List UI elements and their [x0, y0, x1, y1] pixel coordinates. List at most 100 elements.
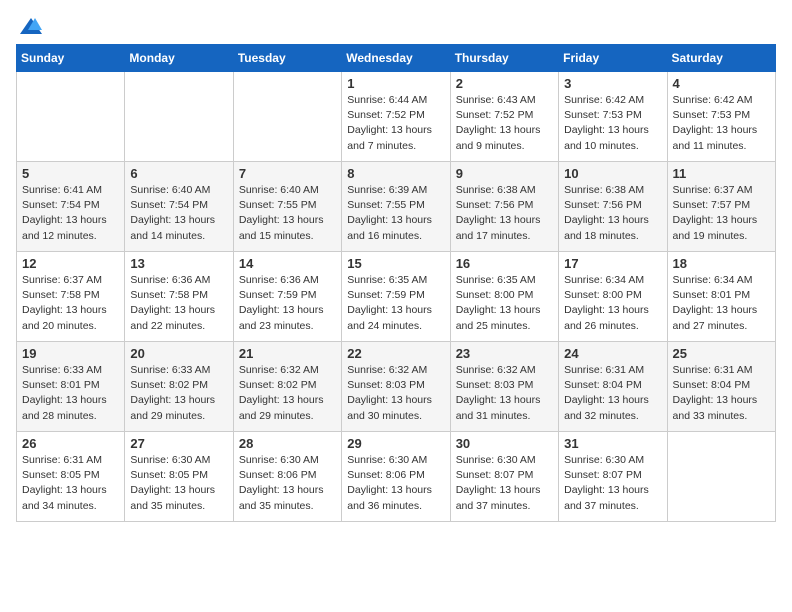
- calendar-week-row: 12 Sunrise: 6:37 AM Sunset: 7:58 PM Dayli…: [17, 252, 776, 342]
- day-number: 7: [239, 166, 336, 181]
- day-number: 13: [130, 256, 227, 271]
- day-number: 27: [130, 436, 227, 451]
- day-of-week-header: Saturday: [667, 45, 775, 72]
- calendar-cell: 31 Sunrise: 6:30 AM Sunset: 8:07 PM Dayli…: [559, 432, 667, 522]
- calendar-cell: 23 Sunrise: 6:32 AM Sunset: 8:03 PM Dayli…: [450, 342, 558, 432]
- day-number: 3: [564, 76, 661, 91]
- day-info: Sunrise: 6:40 AM Sunset: 7:54 PM Dayligh…: [130, 183, 227, 244]
- calendar-week-row: 1Sunrise: 6:44 AM Sunset: 7:52 PM Daylig…: [17, 72, 776, 162]
- day-info: Sunrise: 6:38 AM Sunset: 7:56 PM Dayligh…: [456, 183, 553, 244]
- calendar-cell: 19 Sunrise: 6:33 AM Sunset: 8:01 PM Dayli…: [17, 342, 125, 432]
- calendar-cell: 9 Sunrise: 6:38 AM Sunset: 7:56 PM Daylig…: [450, 162, 558, 252]
- calendar-header-row: SundayMondayTuesdayWednesdayThursdayFrid…: [17, 45, 776, 72]
- day-info: Sunrise: 6:36 AM Sunset: 7:58 PM Dayligh…: [130, 273, 227, 334]
- day-number: 18: [673, 256, 770, 271]
- day-number: 16: [456, 256, 553, 271]
- day-number: 2: [456, 76, 553, 91]
- calendar-cell: 22Sunrise: 6:32 AM Sunset: 8:03 PM Dayli…: [342, 342, 450, 432]
- calendar-cell: 27 Sunrise: 6:30 AM Sunset: 8:05 PM Dayli…: [125, 432, 233, 522]
- logo-icon: [20, 16, 42, 36]
- day-info: Sunrise: 6:30 AM Sunset: 8:07 PM Dayligh…: [564, 453, 661, 514]
- day-info: Sunrise: 6:31 AM Sunset: 8:05 PM Dayligh…: [22, 453, 119, 514]
- day-number: 4: [673, 76, 770, 91]
- day-number: 23: [456, 346, 553, 361]
- day-info: Sunrise: 6:41 AM Sunset: 7:54 PM Dayligh…: [22, 183, 119, 244]
- calendar-cell: 12 Sunrise: 6:37 AM Sunset: 7:58 PM Dayli…: [17, 252, 125, 342]
- day-info: Sunrise: 6:42 AM Sunset: 7:53 PM Dayligh…: [673, 93, 770, 154]
- day-info: Sunrise: 6:34 AM Sunset: 8:00 PM Dayligh…: [564, 273, 661, 334]
- day-of-week-header: Friday: [559, 45, 667, 72]
- calendar-cell: 1Sunrise: 6:44 AM Sunset: 7:52 PM Daylig…: [342, 72, 450, 162]
- day-info: Sunrise: 6:33 AM Sunset: 8:01 PM Dayligh…: [22, 363, 119, 424]
- day-number: 5: [22, 166, 119, 181]
- day-info: Sunrise: 6:38 AM Sunset: 7:56 PM Dayligh…: [564, 183, 661, 244]
- day-number: 15: [347, 256, 444, 271]
- day-info: Sunrise: 6:40 AM Sunset: 7:55 PM Dayligh…: [239, 183, 336, 244]
- day-info: Sunrise: 6:36 AM Sunset: 7:59 PM Dayligh…: [239, 273, 336, 334]
- calendar-week-row: 19 Sunrise: 6:33 AM Sunset: 8:01 PM Dayli…: [17, 342, 776, 432]
- day-info: Sunrise: 6:32 AM Sunset: 8:02 PM Dayligh…: [239, 363, 336, 424]
- day-info: Sunrise: 6:35 AM Sunset: 7:59 PM Dayligh…: [347, 273, 444, 334]
- day-number: 10: [564, 166, 661, 181]
- calendar: SundayMondayTuesdayWednesdayThursdayFrid…: [16, 44, 776, 522]
- calendar-cell: 24 Sunrise: 6:31 AM Sunset: 8:04 PM Dayli…: [559, 342, 667, 432]
- calendar-cell: 15 Sunrise: 6:35 AM Sunset: 7:59 PM Dayli…: [342, 252, 450, 342]
- day-number: 8: [347, 166, 444, 181]
- day-of-week-header: Monday: [125, 45, 233, 72]
- day-number: 22: [347, 346, 444, 361]
- day-info: Sunrise: 6:39 AM Sunset: 7:55 PM Dayligh…: [347, 183, 444, 244]
- day-number: 14: [239, 256, 336, 271]
- day-info: Sunrise: 6:32 AM Sunset: 8:03 PM Dayligh…: [456, 363, 553, 424]
- calendar-cell: 16Sunrise: 6:35 AM Sunset: 8:00 PM Dayli…: [450, 252, 558, 342]
- page-header: [16, 16, 776, 36]
- logo: [16, 16, 42, 36]
- day-number: 17: [564, 256, 661, 271]
- calendar-cell: 5 Sunrise: 6:41 AM Sunset: 7:54 PM Daylig…: [17, 162, 125, 252]
- calendar-cell: 14 Sunrise: 6:36 AM Sunset: 7:59 PM Dayli…: [233, 252, 341, 342]
- day-info: Sunrise: 6:30 AM Sunset: 8:06 PM Dayligh…: [239, 453, 336, 514]
- day-number: 12: [22, 256, 119, 271]
- calendar-cell: 13 Sunrise: 6:36 AM Sunset: 7:58 PM Dayli…: [125, 252, 233, 342]
- calendar-week-row: 5 Sunrise: 6:41 AM Sunset: 7:54 PM Daylig…: [17, 162, 776, 252]
- calendar-cell: 28 Sunrise: 6:30 AM Sunset: 8:06 PM Dayli…: [233, 432, 341, 522]
- day-info: Sunrise: 6:31 AM Sunset: 8:04 PM Dayligh…: [564, 363, 661, 424]
- day-number: 24: [564, 346, 661, 361]
- day-number: 31: [564, 436, 661, 451]
- day-info: Sunrise: 6:43 AM Sunset: 7:52 PM Dayligh…: [456, 93, 553, 154]
- day-number: 30: [456, 436, 553, 451]
- day-info: Sunrise: 6:30 AM Sunset: 8:05 PM Dayligh…: [130, 453, 227, 514]
- day-number: 26: [22, 436, 119, 451]
- day-number: 20: [130, 346, 227, 361]
- day-of-week-header: Thursday: [450, 45, 558, 72]
- calendar-cell: 6 Sunrise: 6:40 AM Sunset: 7:54 PM Daylig…: [125, 162, 233, 252]
- calendar-cell: 20 Sunrise: 6:33 AM Sunset: 8:02 PM Dayli…: [125, 342, 233, 432]
- calendar-cell: 7 Sunrise: 6:40 AM Sunset: 7:55 PM Daylig…: [233, 162, 341, 252]
- day-number: 19: [22, 346, 119, 361]
- calendar-cell: 21 Sunrise: 6:32 AM Sunset: 8:02 PM Dayli…: [233, 342, 341, 432]
- day-info: Sunrise: 6:42 AM Sunset: 7:53 PM Dayligh…: [564, 93, 661, 154]
- calendar-cell: 4 Sunrise: 6:42 AM Sunset: 7:53 PM Daylig…: [667, 72, 775, 162]
- day-of-week-header: Sunday: [17, 45, 125, 72]
- calendar-cell: 8 Sunrise: 6:39 AM Sunset: 7:55 PM Daylig…: [342, 162, 450, 252]
- day-info: Sunrise: 6:31 AM Sunset: 8:04 PM Dayligh…: [673, 363, 770, 424]
- day-info: Sunrise: 6:44 AM Sunset: 7:52 PM Dayligh…: [347, 93, 444, 154]
- calendar-cell: 2 Sunrise: 6:43 AM Sunset: 7:52 PM Daylig…: [450, 72, 558, 162]
- day-info: Sunrise: 6:30 AM Sunset: 8:07 PM Dayligh…: [456, 453, 553, 514]
- calendar-cell: 26 Sunrise: 6:31 AM Sunset: 8:05 PM Dayli…: [17, 432, 125, 522]
- calendar-cell: 29Sunrise: 6:30 AM Sunset: 8:06 PM Dayli…: [342, 432, 450, 522]
- calendar-cell: 10 Sunrise: 6:38 AM Sunset: 7:56 PM Dayli…: [559, 162, 667, 252]
- day-of-week-header: Tuesday: [233, 45, 341, 72]
- day-info: Sunrise: 6:37 AM Sunset: 7:58 PM Dayligh…: [22, 273, 119, 334]
- day-info: Sunrise: 6:30 AM Sunset: 8:06 PM Dayligh…: [347, 453, 444, 514]
- calendar-cell: 25Sunrise: 6:31 AM Sunset: 8:04 PM Dayli…: [667, 342, 775, 432]
- day-number: 9: [456, 166, 553, 181]
- calendar-cell: 30 Sunrise: 6:30 AM Sunset: 8:07 PM Dayli…: [450, 432, 558, 522]
- day-info: Sunrise: 6:33 AM Sunset: 8:02 PM Dayligh…: [130, 363, 227, 424]
- day-number: 6: [130, 166, 227, 181]
- calendar-cell: [667, 432, 775, 522]
- day-number: 28: [239, 436, 336, 451]
- calendar-cell: [125, 72, 233, 162]
- day-number: 21: [239, 346, 336, 361]
- calendar-cell: [233, 72, 341, 162]
- calendar-cell: 3 Sunrise: 6:42 AM Sunset: 7:53 PM Daylig…: [559, 72, 667, 162]
